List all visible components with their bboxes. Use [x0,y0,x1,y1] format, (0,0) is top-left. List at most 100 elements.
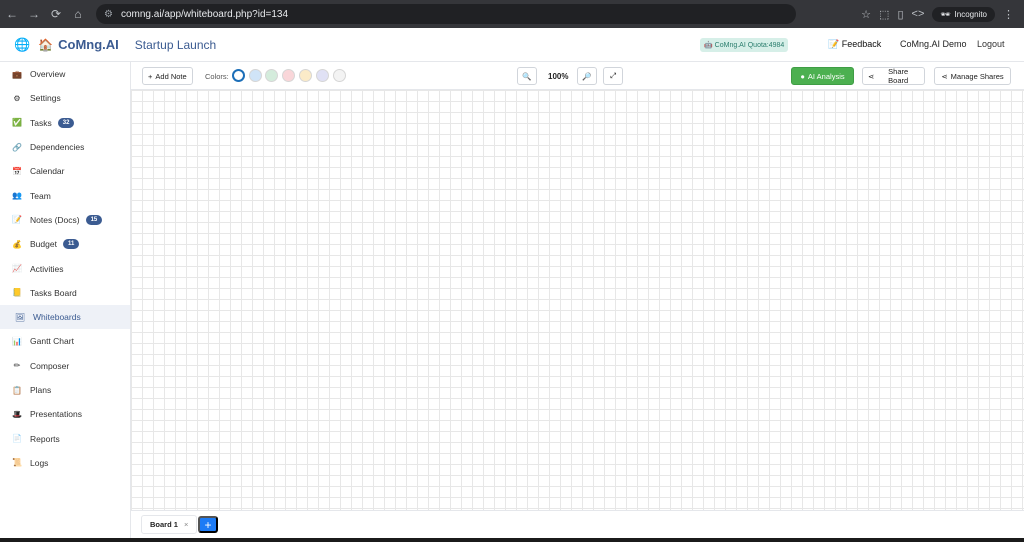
sidebar-item-label: Budget [30,239,57,250]
sidebar: 💼 Overview ⚙ Settings ✅ Tasks 32 🔗 Dependencies 📅… [0,62,131,538]
add-board-button[interactable]: + [198,516,218,533]
incognito-badge[interactable]: 🕶 Incognito [932,6,995,22]
zoom-in-button[interactable]: 🔎 [577,67,597,85]
bar-chart-icon: 📊 [12,336,22,346]
sidebar-item-reports[interactable]: 📄 Reports [0,426,130,450]
sidebar-item-label: Dependencies [30,142,85,153]
app-window: 🌐 🏠 CoMng.AI Startup Launch 🤖 CoMng.AI Q… [0,28,1024,538]
project-title[interactable]: Startup Launch [135,38,216,52]
zoom-level: 100% [548,72,569,81]
sidebar-item-overview[interactable]: 💼 Overview [0,62,130,86]
sidebar-item-label: Logs [30,457,49,468]
scroll-icon: 📜 [12,458,22,468]
share-icon: ⋖ [868,71,875,81]
share-board-button[interactable]: ⋖ Share Board [862,67,925,85]
sidebar-item-label: Team [30,190,51,201]
link-icon: 🔗 [12,142,22,152]
color-swatch[interactable] [249,69,262,82]
user-menu[interactable]: CoMng.AI Demo [900,39,967,49]
reload-icon[interactable]: ⟳ [46,4,66,24]
sidebar-item-logs[interactable]: 📜 Logs [0,451,130,475]
forward-icon[interactable]: → [24,4,44,24]
sidebar-item-dependencies[interactable]: 🔗 Dependencies [0,135,130,159]
browser-toolbar: ← → ⟳ ⌂ ⚙ comng.ai/app/whiteboard.php?id… [0,0,1024,28]
zoom-out-button[interactable]: 🔍 [517,67,537,85]
board-tab[interactable]: Board 1 × [141,515,198,534]
robot-icon: 🤖 [704,42,713,49]
sidebar-item-calendar[interactable]: 📅 Calendar [0,159,130,183]
brand[interactable]: 🌐 🏠 CoMng.AI [14,37,119,53]
quota-label: CoMng.AI Quota:4984 [714,42,785,49]
manage-shares-button[interactable]: ⋖ Manage Shares [934,67,1011,85]
sidebar-item-label: Presentations [30,409,82,420]
chart-up-icon: 📈 [12,264,22,274]
count-badge: 15 [85,214,103,225]
sidebar-item-budget[interactable]: 💰 Budget 11 [0,232,130,256]
sidebar-item-label: Composer [30,360,70,371]
home-icon: 🏠 [38,37,54,52]
logout-link[interactable]: Logout [977,39,1005,49]
count-badge: 11 [62,239,80,250]
sidebar-item-composer[interactable]: ✏ Composer [0,354,130,378]
feedback-label: Feedback [841,39,882,49]
notes-icon: 📝 [12,215,22,225]
sidebar-item-label: Activities [30,263,64,274]
memo-icon: 📝 [828,39,840,49]
gear-icon: ⚙ [13,93,21,103]
sidebar-item-whiteboards[interactable]: 🖼 Whiteboards [0,304,130,330]
menu-icon[interactable]: ⋮ [1003,8,1014,21]
home-icon[interactable]: ⌂ [68,4,88,24]
sidebar-item-tasks-board[interactable]: 📒 Tasks Board [0,281,130,305]
incognito-label: Incognito [954,9,987,19]
clipboard-icon: 📋 [12,385,22,395]
color-swatch[interactable] [316,69,329,82]
color-swatch[interactable] [232,69,245,82]
sidebar-item-team[interactable]: 👥 Team [0,183,130,207]
share-icon: ⋖ [941,71,948,81]
browser-actions: ☆ ⬚ ▯ <> 🕶 Incognito ⋮ [861,6,1024,22]
close-icon[interactable]: × [184,520,188,529]
manage-shares-label: Manage Shares [950,71,1004,81]
fit-screen-button[interactable]: ⤢ [603,67,623,85]
ai-analysis-button[interactable]: ● AI Analysis [791,67,854,85]
sidebar-item-gantt-chart[interactable]: 📊 Gantt Chart [0,329,130,353]
extension-icon[interactable]: ⬚ [879,8,889,21]
sidebar-item-presentations[interactable]: 🎩 Presentations [0,402,130,426]
sidebar-item-tasks[interactable]: ✅ Tasks 32 [0,111,130,135]
brain-icon: ● [800,71,805,81]
add-note-button[interactable]: + Add Note [142,67,193,85]
sidebar-item-label: Gantt Chart [30,336,74,347]
sidebar-item-notes-docs[interactable]: 📝 Notes (Docs) 15 [0,208,130,232]
people-icon: 👥 [12,191,22,201]
sidebar-item-settings[interactable]: ⚙ Settings [0,86,130,110]
sidebar-toggle-icon[interactable]: ▯ [897,8,903,21]
sidebar-item-plans[interactable]: 📋 Plans [0,378,130,402]
site-info-icon[interactable]: ⚙ [104,9,113,20]
color-swatch[interactable] [333,69,346,82]
brand-name: CoMng.AI [58,37,119,52]
address-bar[interactable]: ⚙ comng.ai/app/whiteboard.php?id=134 [96,4,796,24]
app-header: 🌐 🏠 CoMng.AI Startup Launch 🤖 CoMng.AI Q… [0,28,1024,62]
incognito-icon: 🕶 [940,9,951,19]
picture-icon: 🖼 [14,312,26,322]
report-icon: 📄 [12,434,22,444]
os-taskbar [0,538,1024,542]
color-swatch[interactable] [282,69,295,82]
expand-icon: ⤢ [610,71,616,80]
sidebar-item-activities[interactable]: 📈 Activities [0,256,130,280]
feedback-link[interactable]: 📝 Feedback [828,39,881,50]
color-swatch[interactable] [265,69,278,82]
sidebar-item-label: Tasks Board [30,287,77,298]
color-swatch[interactable] [299,69,312,82]
devtools-icon[interactable]: <> [912,8,925,20]
zoom-out-icon: 🔍 [522,71,532,81]
back-icon[interactable]: ← [2,4,22,24]
url-text: comng.ai/app/whiteboard.php?id=134 [120,8,289,20]
zoom-in-icon: 🔎 [582,71,592,81]
plus-icon: + [148,71,153,81]
count-badge: 32 [57,117,75,128]
globe-icon: 🌐 [14,36,31,52]
whiteboard-canvas[interactable] [131,90,1024,538]
bookmark-star-icon[interactable]: ☆ [861,8,871,21]
money-bag-icon: 💰 [12,239,22,249]
